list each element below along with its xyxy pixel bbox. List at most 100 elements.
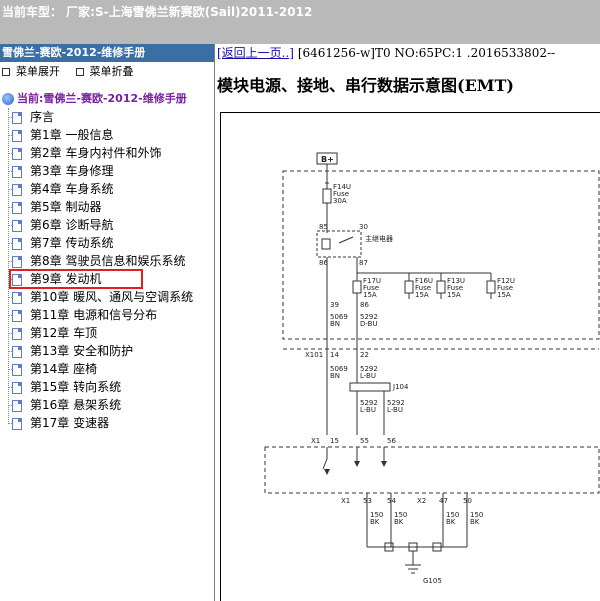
tree-item-label: 第6章 诊断导航	[30, 218, 114, 232]
tree-item-label: 第9章 发动机	[30, 272, 102, 286]
wire-a-color: BN	[330, 320, 340, 328]
tree-item-selected[interactable]: 第9章 发动机	[8, 269, 143, 289]
x1-pin-54: 54	[387, 497, 396, 505]
ground-g105-label: G105	[423, 577, 442, 585]
collapse-menu-button[interactable]: 菜单折叠	[75, 62, 134, 82]
tree-item-label: 第13章 安全和防护	[30, 344, 134, 358]
document-icon	[12, 327, 22, 340]
x2-pin-47: 47	[439, 497, 448, 505]
document-icon	[12, 183, 22, 196]
chapter-tree: 序言第1章 一般信息第2章 车身内衬件和外饰 第3章 车身修理 第4章 车身系统 第5…	[0, 108, 214, 432]
main-relay	[316, 230, 362, 258]
fuse-f14u	[322, 188, 332, 204]
ground-wire-2-color: BK	[394, 518, 404, 526]
content-header: [返回上一页..] [6461256-w]T0 NO:65PC:1 .20165…	[217, 44, 600, 62]
tree-item[interactable]: 第10章 暖风、通风与空调系统	[0, 288, 214, 306]
x1-pin-53: 53	[363, 497, 372, 505]
f14u-rating: 30A	[333, 197, 347, 205]
fuse-f13u-rating: 15A	[447, 291, 461, 299]
tree-item-label: 第11章 电源和信号分布	[30, 308, 158, 322]
tree-item-label: 第17章 变速器	[30, 416, 110, 430]
relay-label: 主继电器	[365, 234, 393, 243]
tree-item-label: 第16章 悬架系统	[30, 398, 122, 412]
tree-toolbar: 菜单展开 菜单折叠	[0, 62, 214, 82]
tree-item[interactable]: 第8章 驾驶员信息和娱乐系统	[0, 252, 214, 270]
tree-item[interactable]: 第12章 车顶	[0, 324, 214, 342]
splice-j104	[349, 382, 391, 392]
document-icon	[12, 381, 22, 394]
fuse-f17u-rating: 15A	[363, 291, 377, 299]
globe-icon	[2, 93, 14, 105]
j104-label: J104	[392, 383, 409, 391]
fuse-f17u	[352, 280, 362, 294]
collapse-icon	[75, 68, 84, 76]
tree-item[interactable]: 第4章 车身系统	[0, 180, 214, 198]
fuse-f12u-rating: 15A	[497, 291, 511, 299]
tree-item[interactable]: 第6章 诊断导航	[0, 216, 214, 234]
document-icon	[12, 291, 22, 304]
wiring-diagram: B+ F14U Fuse 30A 85 30 主继电器 86 87 F17U F…	[264, 152, 600, 585]
tree-item-label: 序言	[30, 110, 55, 124]
tree-item-label: 第3章 车身修理	[30, 164, 114, 178]
content-pane: [返回上一页..] [6461256-w]T0 NO:65PC:1 .20165…	[217, 44, 600, 601]
x1-bottom-label: X1	[341, 497, 350, 505]
bplus-label: B+	[321, 155, 334, 164]
tree-item-label: 第14章 座椅	[30, 362, 98, 376]
document-icon	[12, 129, 22, 142]
document-icon	[12, 273, 22, 286]
x1-top-label: X1	[311, 437, 320, 445]
tree-item-label: 第1章 一般信息	[30, 128, 114, 142]
tree-item[interactable]: 第13章 安全和防护	[0, 342, 214, 360]
tree-item-label: 第5章 制动器	[30, 200, 102, 214]
fuse-f13u	[436, 280, 446, 294]
tree-item-label: 第4章 车身系统	[30, 182, 114, 196]
tree-item[interactable]: 序言	[0, 108, 214, 126]
tree-root[interactable]: 当前:雪佛兰-赛欧-2012-维修手册	[0, 90, 214, 108]
x101-label: X101	[305, 351, 323, 359]
window-title-bar: 当前车型： 厂家:S-上海雪佛兰新赛欧(Sail)2011-2012	[0, 0, 600, 44]
back-link[interactable]: [返回上一页..]	[217, 46, 294, 60]
tree-item-label: 第2章 车身内衬件和外饰	[30, 146, 162, 160]
x101-pin-22: 22	[360, 351, 369, 359]
tree-item[interactable]: 第15章 转向系统	[0, 378, 214, 396]
ground-wire-1-color: BK	[370, 518, 380, 526]
wire-c-color: BN	[330, 372, 340, 380]
document-icon	[12, 147, 22, 160]
tree-item[interactable]: 第1章 一般信息	[0, 126, 214, 144]
relay-pin-87: 87	[359, 259, 368, 267]
wire-b-color: D-BU	[360, 320, 378, 328]
document-icon	[12, 399, 22, 412]
wire-d-color: L-BU	[360, 372, 376, 380]
tree-item[interactable]: 第17章 变速器	[0, 414, 214, 432]
fuse-f16u-rating: 15A	[415, 291, 429, 299]
x1-pin-56: 56	[387, 437, 396, 445]
manual-header: 雪佛兰-赛欧-2012-维修手册	[0, 44, 214, 62]
tree-item[interactable]: 第2章 车身内衬件和外饰	[0, 144, 214, 162]
wiring-diagram-frame: B+ F14U Fuse 30A 85 30 主继电器 86 87 F17U F…	[220, 112, 600, 601]
j104-wire-2-color: L-BU	[387, 406, 403, 414]
document-icon	[12, 111, 22, 124]
ground-wire-3-color: BK	[446, 518, 456, 526]
navigation-pane: 雪佛兰-赛欧-2012-维修手册 菜单展开 菜单折叠 当前:雪佛兰-赛欧-201…	[0, 44, 215, 601]
document-icon	[12, 219, 22, 232]
tree-item-label: 第7章 传动系统	[30, 236, 114, 250]
tree-item[interactable]: 第16章 悬架系统	[0, 396, 214, 414]
fuse-f16u	[404, 280, 414, 294]
expand-menu-button[interactable]: 菜单展开	[2, 62, 60, 82]
document-icon	[12, 363, 22, 376]
relay-pin-85: 85	[319, 223, 328, 231]
document-icon	[12, 309, 22, 322]
tree-item[interactable]: 第11章 电源和信号分布	[0, 306, 214, 324]
window-title: 当前车型： 厂家:S-上海雪佛兰新赛欧(Sail)2011-2012	[2, 5, 313, 19]
ground-wire-4-color: BK	[470, 518, 480, 526]
x2-pin-50: 50	[463, 497, 472, 505]
tree-item[interactable]: 第3章 车身修理	[0, 162, 214, 180]
tree-item[interactable]: 第7章 传动系统	[0, 234, 214, 252]
page-title: 模块电源、接地、串行数据示意图(EMT)	[217, 76, 514, 95]
expand-icon	[2, 68, 10, 76]
tree-item[interactable]: 第14章 座椅	[0, 360, 214, 378]
document-icon	[12, 417, 22, 430]
wire-a-pin: 39	[330, 301, 339, 309]
tree-item[interactable]: 第5章 制动器	[0, 198, 214, 216]
document-icon	[12, 345, 22, 358]
